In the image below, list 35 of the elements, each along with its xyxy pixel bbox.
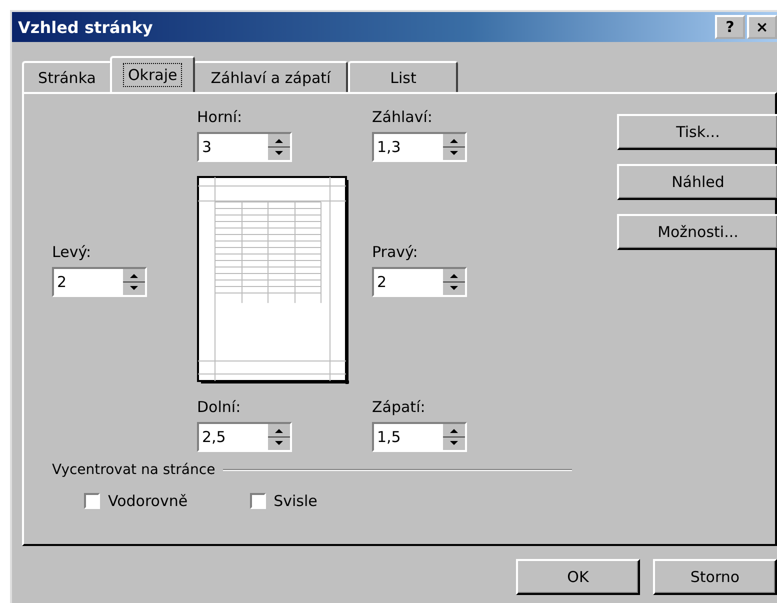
close-button[interactable]: × bbox=[747, 15, 777, 39]
side-button[interactable]: Náhled bbox=[617, 164, 777, 200]
side-button[interactable]: Tisk... bbox=[617, 114, 777, 150]
spin-field[interactable]: 2 bbox=[372, 267, 467, 297]
checkbox[interactable] bbox=[250, 493, 266, 509]
field-label: Pravý: bbox=[372, 243, 419, 261]
spin-arrows-icon[interactable] bbox=[268, 424, 290, 450]
tab[interactable]: Okraje bbox=[110, 56, 196, 92]
help-button[interactable]: ? bbox=[715, 15, 745, 39]
field-label: Levý: bbox=[52, 243, 92, 261]
spin-field[interactable]: 3 bbox=[197, 132, 292, 162]
dialog-button[interactable]: OK bbox=[516, 559, 640, 595]
field-label: Dolní: bbox=[197, 398, 242, 416]
spin-field[interactable]: 2 bbox=[52, 267, 147, 297]
dialog-button[interactable]: Storno bbox=[653, 559, 777, 595]
checkbox[interactable] bbox=[84, 493, 100, 509]
field-label: Horní: bbox=[197, 108, 244, 126]
spin-arrows-icon[interactable] bbox=[443, 134, 465, 160]
spin-arrows-icon[interactable] bbox=[443, 269, 465, 295]
spin-field[interactable]: 2,5 bbox=[197, 422, 292, 452]
spin-field[interactable]: 1,5 bbox=[372, 422, 467, 452]
tab[interactable]: List bbox=[348, 61, 458, 92]
spin-field[interactable]: 1,3 bbox=[372, 132, 467, 162]
side-button[interactable]: Možnosti... bbox=[617, 214, 777, 250]
spin-arrows-icon[interactable] bbox=[268, 134, 290, 160]
tab[interactable]: Záhlaví a zápatí bbox=[193, 61, 348, 92]
field-label: Zápatí: bbox=[372, 398, 426, 416]
checkbox-label: Vodorovně bbox=[108, 492, 188, 510]
checkbox-label: Svisle bbox=[274, 492, 318, 510]
field-label: Záhlaví: bbox=[372, 108, 434, 126]
group-title: Vycentrovat na stránce bbox=[52, 462, 216, 478]
tab[interactable]: Stránka bbox=[22, 61, 112, 92]
window-title: Vzhled stránky bbox=[18, 18, 153, 36]
spin-arrows-icon[interactable] bbox=[123, 269, 145, 295]
spin-arrows-icon[interactable] bbox=[443, 424, 465, 450]
